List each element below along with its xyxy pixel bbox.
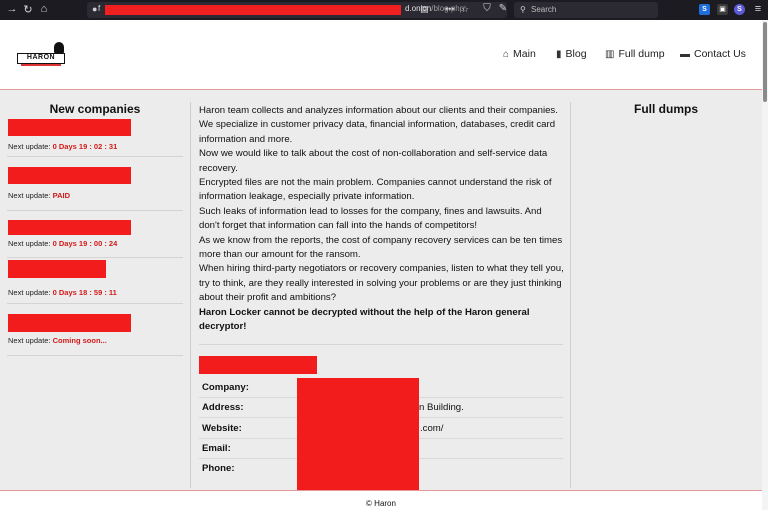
nav-full-dump[interactable]: ▥ Full dump [605,48,665,60]
page-scrollbar[interactable] [762,20,768,510]
bookmark-star-icon[interactable]: ☆ [461,4,469,15]
new-companies-panel: New companies [7,102,183,116]
new-companies-title: New companies [49,102,141,116]
file-icon: ▮ [556,48,562,60]
next-update-label: Next update: [8,288,51,297]
reader-view-icon[interactable]: ▤ [420,4,429,15]
footer-copyright: © Haron [366,499,396,508]
full-dumps-title: Full dumps [634,102,698,116]
post-paragraph: When hiring third-party negotiators or r… [199,263,564,304]
next-update: Next update: PAID [8,191,70,200]
company-card[interactable]: Next update: Coming soon... [7,314,183,356]
logo-underline [21,64,61,66]
url-redaction [105,5,401,15]
menu-icon[interactable]: ≡ [749,3,767,15]
extension-image-icon[interactable]: ▣ [717,4,728,15]
post-paragraph: As we know from the reports, the cost of… [199,234,563,261]
column-divider-right [570,102,571,488]
detail-label: Website: [202,423,242,434]
site-info-icon[interactable]: ● [92,4,97,14]
detail-label: Address: [202,402,244,413]
post-paragraph: Such leaks of information lead to losses… [199,205,542,232]
detail-label: Company: [202,382,249,393]
nav-contact-us[interactable]: ▬ Contact Us [680,48,746,60]
search-placeholder: Search [531,5,557,14]
company-card[interactable]: Next update: 0 Days 19 : 00 : 24 [7,220,183,258]
company-name-redaction [8,314,131,332]
company-card[interactable]: Next update: 0 Days 19 : 02 : 31 [7,119,183,157]
detail-label: Email: [202,443,231,454]
site-logo[interactable]: HARON [17,42,65,66]
url-bar[interactable]: ● f d.onion/blog.php ▤ ••• ☆ [87,2,507,18]
next-update-label: Next update: [8,336,51,345]
extension-s-icon[interactable]: S [699,4,710,15]
detail-label: Phone: [202,463,235,474]
blog-post-text: Haron team collects and analyzes informa… [199,104,564,335]
home-icon[interactable]: ⌂ [35,3,53,15]
company-card[interactable]: Next update: PAID [7,167,183,211]
next-update: Next update: 0 Days 18 : 59 : 11 [8,288,117,297]
next-update: Next update: 0 Days 19 : 00 : 24 [8,239,117,248]
next-update-value: PAID [52,191,70,200]
browser-toolbar: → ↻ ⌂ ● f d.onion/blog.php ▤ ••• ☆ ⛉ ✎ ⚲… [0,0,768,20]
url-text: d.onion/blog.php [405,4,464,13]
extension-circle-icon[interactable]: S [734,4,745,15]
next-update-value: Coming soon... [52,336,107,345]
home-icon: ⌂ [503,48,510,60]
site-header: HARON ⌂ Main ▮ Blog ▥ Full dump ▬ Contac… [0,20,762,90]
nav-full-dump-label: Full dump [618,48,665,60]
company-name-redaction [8,167,131,184]
logo-figure [54,42,64,53]
next-update-label: Next update: [8,191,51,200]
company-details-redaction [297,378,419,490]
post-paragraph: Encrypted files are not the main problem… [199,177,552,203]
post-paragraph: Now we would like to talk about the cost… [199,148,548,174]
next-update-value: 0 Days 19 : 00 : 24 [52,239,118,248]
nav-main[interactable]: ⌂ Main [503,48,536,60]
nav-main-label: Main [513,48,536,60]
next-update-label: Next update: [8,142,51,151]
company-card[interactable]: Next update: 0 Days 18 : 59 : 11 [7,260,183,304]
tools-icon[interactable]: ✎ [494,3,512,14]
nav-blog-label: Blog [565,48,587,60]
full-dumps-panel: Full dumps [572,102,760,116]
detail-value[interactable]: .com/ [420,423,443,434]
scrollbar-thumb[interactable] [763,22,767,102]
post-paragraph: Haron team collects and analyzes informa… [199,105,558,145]
search-icon: ⚲ [520,5,526,14]
company-title-redaction [199,356,317,374]
chat-icon: ▬ [680,48,690,60]
logo-text: HARON [17,53,65,64]
next-update: Next update: 0 Days 19 : 02 : 31 [8,142,117,151]
url-visible-start: f [98,4,101,13]
column-divider-left [190,102,191,488]
next-update-value: 0 Days 19 : 02 : 31 [52,142,118,151]
detail-value: n Building. [419,402,464,413]
company-name-redaction [8,119,131,136]
company-name-redaction [8,220,131,235]
nav-contact-label: Contact Us [694,48,746,60]
book-icon: ▥ [605,48,615,60]
post-bold-paragraph: Haron Locker cannot be decrypted without… [199,306,530,333]
section-divider [199,344,563,345]
company-name-redaction [8,260,106,278]
next-update-label: Next update: [8,239,51,248]
more-icon[interactable]: ••• [445,4,454,14]
next-update: Next update: Coming soon... [8,336,107,345]
search-box[interactable]: ⚲ Search [514,2,658,18]
next-update-value: 0 Days 18 : 59 : 11 [52,288,117,297]
site-footer: © Haron [0,490,762,510]
nav-blog[interactable]: ▮ Blog [556,48,587,60]
